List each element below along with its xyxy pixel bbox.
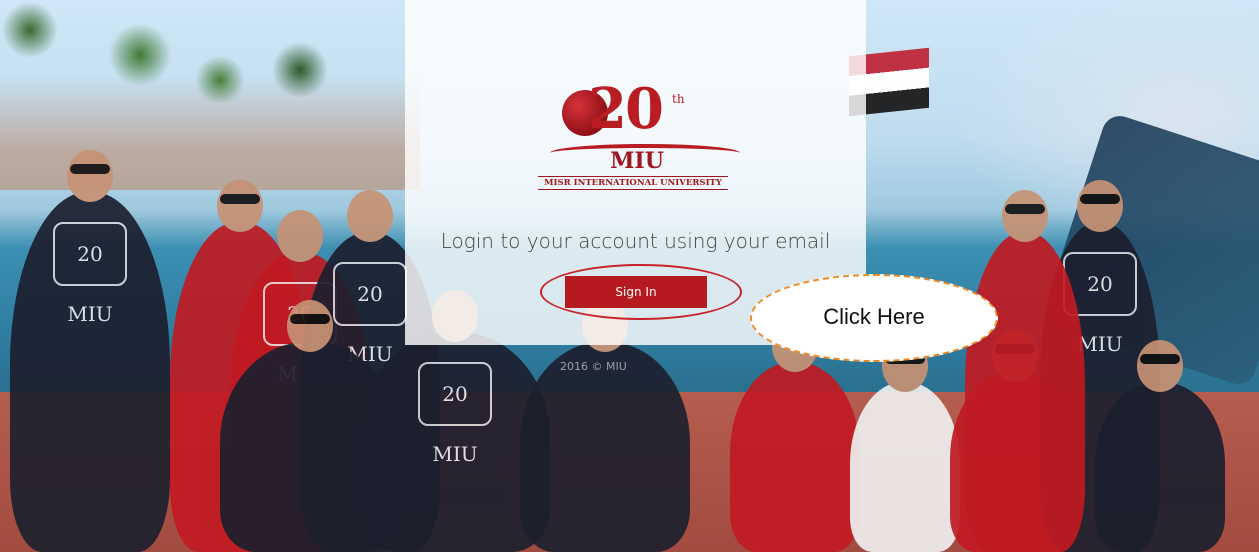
- logo-short-name: MIU: [610, 148, 664, 174]
- boat-graphic: [1040, 111, 1259, 389]
- person-head-graphic: [992, 330, 1038, 382]
- login-page: 20 MIU 20 MIU 20 MIU 20 MIU 20 MIU 2016 …: [0, 0, 1259, 552]
- click-here-callout: Click Here: [750, 274, 998, 362]
- person-head-graphic: [287, 300, 333, 352]
- palm-trees-graphic: [0, 0, 420, 190]
- person-head-graphic: [347, 190, 393, 242]
- logo-anniversary-number: 20: [588, 76, 664, 142]
- sunglasses-graphic: [220, 194, 260, 204]
- sunglasses-graphic: [1005, 204, 1045, 214]
- copyright-text: 2016 © MIU: [560, 360, 627, 373]
- logo-anniversary-suffix: th: [672, 92, 685, 106]
- logo-full-name: MISR INTERNATIONAL UNIVERSITY: [538, 176, 728, 190]
- login-heading: Login to your account using your email: [440, 229, 831, 253]
- miu-anniversary-logo: 20 th MIU MISR INTERNATIONAL UNIVERSITY: [538, 76, 740, 192]
- person-head-graphic: [1002, 190, 1048, 242]
- hoodie-print: 20 MIU: [333, 262, 407, 366]
- sign-in-highlight-ellipse: [540, 264, 742, 320]
- person-head-graphic: [277, 210, 323, 262]
- sunglasses-graphic: [290, 314, 330, 324]
- hoodie-print: 20 MIU: [53, 222, 127, 326]
- sunglasses-graphic: [995, 344, 1035, 354]
- callout-text: Click Here: [823, 304, 925, 329]
- hoodie-print: 20 MIU: [263, 282, 337, 386]
- deck-graphic: [0, 392, 1259, 552]
